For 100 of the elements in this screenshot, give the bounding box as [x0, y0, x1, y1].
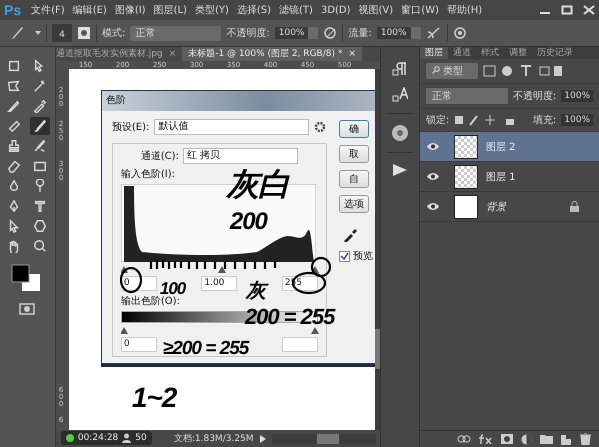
input-slider-drawing[interactable] — [120, 265, 321, 273]
brush-icon — [33, 119, 48, 133]
menu-item[interactable]: 3D(D) — [316, 4, 355, 16]
panel-tab[interactable]: 图层 — [420, 47, 448, 59]
new-layer-icon[interactable] — [561, 434, 572, 444]
dialog-button[interactable]: 自 — [338, 170, 369, 188]
app-logo: Ps — [4, 2, 22, 18]
menu-item[interactable]: 帮助(H) — [442, 3, 486, 17]
layer-opacity-field[interactable]: 100% — [561, 90, 594, 102]
layer-row[interactable]: 图层 2 — [420, 132, 599, 162]
handwritten-note: 1~2 — [130, 383, 178, 414]
menu-item[interactable]: 文件(F) — [27, 3, 69, 17]
handwritten-note: 灰 — [244, 280, 269, 302]
menu-item[interactable]: 编辑(E) — [68, 3, 111, 17]
input-levels-label: 输入色阶(I): — [120, 168, 176, 181]
magic-wand-icon — [33, 79, 48, 93]
brush-panel-icon[interactable] — [77, 26, 91, 40]
zoom-icon — [33, 239, 48, 253]
close-icon[interactable] — [583, 5, 595, 15]
handwritten-note: ≥200 = 255 — [162, 339, 250, 360]
blend-mode-select[interactable]: 正常 — [426, 88, 508, 104]
layer-name: 背景 — [486, 200, 508, 214]
caret-icon[interactable] — [35, 31, 41, 35]
dialog-button[interactable]: 确 — [338, 120, 369, 138]
quick-mask-icon[interactable] — [19, 303, 36, 315]
dialog-button[interactable]: 选项 — [338, 195, 369, 213]
handwritten-note: 灰白 — [226, 167, 290, 202]
filter-icons-drawing[interactable] — [482, 65, 563, 77]
play-icon[interactable] — [260, 434, 266, 442]
opacity-field[interactable]: 100% — [274, 27, 308, 39]
settings-icon[interactable] — [314, 121, 326, 133]
play-icon[interactable] — [392, 163, 408, 177]
menu-item[interactable]: 视图(V) — [354, 3, 398, 17]
recording-dot-icon — [66, 434, 74, 442]
pressure-size-icon[interactable] — [452, 26, 467, 40]
panel-tab[interactable]: 样式 — [476, 47, 504, 59]
input-gamma-field[interactable]: 1.00 — [201, 276, 238, 291]
menu-item[interactable]: 图层(L) — [150, 3, 191, 17]
opacity-label: 不透明度: — [226, 26, 270, 40]
tab-title: 未标题-1 @ 100% (图层 2, RGB/8) * — [188, 49, 342, 59]
horizontal-scrollbar[interactable] — [272, 434, 376, 444]
panel-tab[interactable]: 调整 — [504, 47, 532, 59]
eyedropper-icon[interactable] — [342, 228, 357, 242]
menu-item[interactable]: 选择(S) — [232, 3, 276, 17]
panel-tab[interactable]: 历史记录 — [532, 47, 578, 59]
fill-field[interactable]: 100% — [561, 114, 594, 126]
link-icon[interactable] — [457, 435, 472, 443]
menu-item[interactable]: 滤镜(T) — [275, 3, 317, 17]
layer-name: 图层 2 — [486, 140, 516, 154]
layer-row[interactable]: 背景 — [420, 192, 599, 222]
panel-tab[interactable]: 通道 — [448, 47, 476, 59]
menu-item[interactable]: 窗口(W) — [397, 3, 443, 17]
preset-select[interactable]: 默认值 — [154, 119, 310, 135]
document-tab[interactable]: 未标题-1 @ 100% (图层 2, RGB/8) * × — [182, 47, 362, 61]
stamp-icon — [7, 139, 22, 153]
tab-close[interactable]: × — [348, 49, 356, 59]
brush-size-field[interactable]: 4 — [52, 24, 72, 42]
pressure-icon[interactable] — [323, 26, 338, 40]
folder-icon[interactable] — [540, 434, 554, 444]
mode-select[interactable]: 正常 — [130, 26, 222, 40]
preview-label: 预览 — [352, 250, 373, 263]
search-icon — [432, 66, 440, 74]
channel-select[interactable]: 红 拷贝 — [182, 148, 298, 164]
eyedropper-icon — [33, 99, 48, 113]
eye-icon[interactable] — [426, 202, 440, 211]
output-highlights-field[interactable] — [282, 337, 318, 352]
effects-icon[interactable] — [479, 434, 494, 444]
flow-field[interactable]: 100% — [376, 27, 411, 39]
eye-icon[interactable] — [426, 142, 440, 151]
preset-label: 预设(E): — [112, 121, 150, 134]
viewer-count: 50 — [135, 433, 147, 443]
plugin-circle-icon[interactable] — [390, 124, 409, 142]
menu-item[interactable]: 图像(I) — [110, 3, 150, 17]
tab-close[interactable]: × — [168, 49, 176, 59]
history-brush-icon — [33, 139, 48, 153]
paragraph-icon[interactable] — [392, 61, 408, 77]
document-size: 文档:1.83M/3.25M — [174, 432, 254, 445]
output-shadows-field[interactable]: 0 — [120, 337, 157, 352]
airbrush-icon[interactable] — [426, 26, 442, 40]
tab-title: 通道抠取毛发实例素材.jpg — [56, 49, 163, 59]
adjustment-icon[interactable] — [521, 434, 532, 444]
output-slider-drawing[interactable] — [120, 326, 321, 334]
layer-row[interactable]: 图层 1 — [420, 162, 599, 192]
dialog-button[interactable]: 取 — [338, 145, 369, 163]
hexagon-icon — [33, 219, 48, 233]
layer-filter-select[interactable]: 类型 — [426, 63, 478, 79]
trash-icon[interactable] — [580, 433, 592, 445]
character-icon[interactable] — [392, 87, 408, 103]
layer-thumbnail — [454, 164, 478, 188]
lock-label: 锁定: — [426, 114, 450, 127]
opacity-label: 不透明度: — [512, 90, 556, 103]
menu-item[interactable]: 类型(Y) — [190, 3, 233, 17]
fill-label: 填充: — [532, 114, 556, 127]
brush-tool[interactable] — [30, 117, 50, 135]
eye-icon[interactable] — [426, 172, 440, 181]
maximize-icon[interactable] — [561, 5, 573, 15]
preview-checkbox[interactable] — [338, 250, 350, 262]
mask-icon[interactable] — [501, 434, 514, 444]
handwritten-note: 200 = 255 — [244, 305, 336, 330]
bandage-icon — [7, 119, 22, 133]
